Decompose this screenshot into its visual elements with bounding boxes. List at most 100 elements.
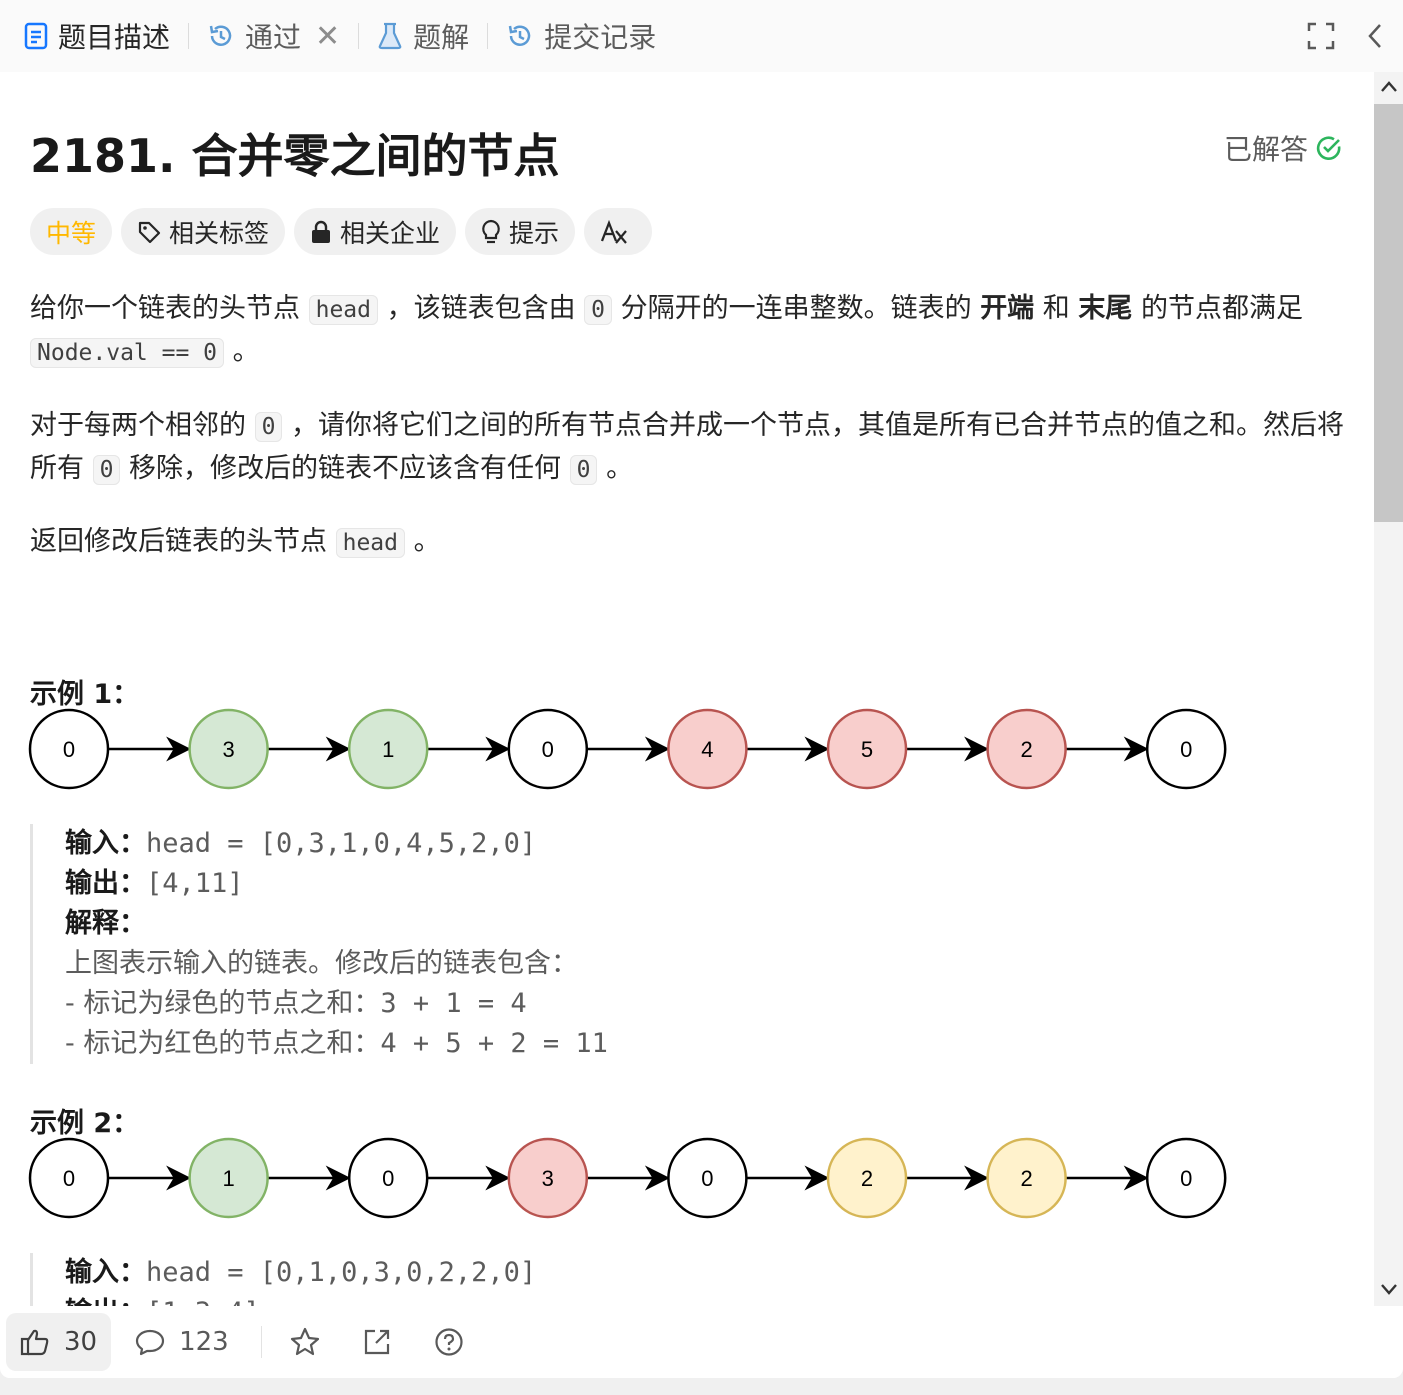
explain-math: 4 + 5 + 2 = 11 — [380, 1028, 608, 1059]
inline-code: 0 — [569, 455, 598, 485]
list-node-value: 4 — [701, 737, 713, 762]
text: 。 — [404, 526, 441, 557]
list-node-value: 2 — [861, 1166, 873, 1191]
tab-divider — [487, 23, 489, 49]
like-button[interactable]: 30 — [6, 1313, 112, 1371]
list-node-value: 2 — [1020, 737, 1032, 762]
solved-label: 已解答 — [1223, 133, 1308, 166]
description-paragraph-1: 给你一个链表的头节点 head ，该链表包含由 0 分隔开的一连串整数。链表的 … — [30, 288, 1350, 374]
check-circle-icon — [1316, 136, 1341, 161]
tab-description[interactable]: 题目描述 — [24, 0, 170, 72]
tab-accepted-label: 通过 — [245, 21, 302, 54]
explain-text: - 标记为绿色的节点之和：3 + 1 = 4 — [65, 984, 608, 1024]
text: 。 — [224, 336, 260, 367]
bold-text: 末尾 — [1078, 293, 1133, 324]
text: ，该链表包含由 — [377, 293, 585, 324]
input-value: head = [0,3,1,0,4,5,2,0] — [146, 828, 537, 859]
inline-code: head — [335, 528, 405, 558]
related-tags-button[interactable]: 相关标签 — [121, 208, 286, 255]
explain-text: 上图表示输入的链表。修改后的链表包含： — [65, 948, 578, 979]
list-node-value: 0 — [1180, 737, 1192, 762]
inline-code: 0 — [254, 412, 283, 442]
toolbar-divider — [260, 1326, 262, 1358]
list-node-value: 0 — [701, 1166, 713, 1191]
text: 分隔开的一连串整数。链表的 — [612, 293, 981, 324]
fullscreen-icon[interactable] — [1307, 22, 1335, 50]
example-2-linked-list-diagram: 0 1 0 3 0 2 2 0 — [28, 1137, 1227, 1219]
help-icon[interactable] — [434, 1327, 464, 1357]
example-1-output-line: 输出：[4,11] — [65, 864, 608, 904]
list-node-value: 0 — [63, 737, 75, 762]
example-1-block: 输入：head = [0,3,1,0,4,5,2,0] 输出：[4,11] 解释… — [30, 824, 608, 1064]
like-count: 30 — [64, 1327, 98, 1357]
comment-count: 123 — [179, 1327, 229, 1357]
text: 给你一个链表的头节点 — [30, 293, 309, 324]
hint-label: 提示 — [509, 218, 560, 248]
list-node-value: 0 — [1180, 1166, 1192, 1191]
inline-code: Node.val == 0 — [30, 338, 225, 368]
tab-submissions-label: 提交记录 — [544, 21, 657, 54]
related-companies-button[interactable]: 相关企业 — [294, 208, 457, 255]
explain-label: 解释： — [65, 908, 146, 939]
tab-submissions[interactable]: 提交记录 — [506, 0, 656, 72]
vertical-scrollbar[interactable] — [1374, 72, 1403, 1306]
document-icon — [24, 22, 48, 50]
tab-bar: 题目描述 通过 ✕ 题解 提交记录 — [0, 0, 1403, 72]
explain-text: - 标记为红色的节点之和：4 + 5 + 2 = 11 — [65, 1024, 608, 1064]
inline-code: 0 — [92, 455, 121, 485]
scroll-down-icon[interactable] — [1380, 1282, 1398, 1296]
output-label: 输出： — [65, 868, 146, 899]
example-1-explain-line: 解释： — [65, 904, 608, 944]
text: 的节点都满足 — [1132, 293, 1303, 324]
list-node-value: 2 — [1020, 1166, 1032, 1191]
example-2-input-line: 输入：head = [0,1,0,3,0,2,2,0] — [65, 1253, 536, 1293]
comments-button[interactable]: 123 — [135, 1327, 229, 1357]
text: 对于每两个相邻的 — [30, 410, 255, 441]
text: 。 — [597, 453, 634, 484]
share-icon[interactable] — [362, 1327, 392, 1357]
explain-math: 3 + 1 = 4 — [380, 988, 527, 1019]
tab-divider — [358, 23, 360, 49]
output-value: [1,3,4] — [146, 1297, 260, 1306]
chevron-left-icon[interactable] — [1365, 22, 1385, 50]
translate-button[interactable] — [584, 208, 653, 255]
star-icon[interactable] — [290, 1327, 320, 1357]
input-label: 输入： — [65, 1257, 146, 1288]
close-icon[interactable]: ✕ — [315, 19, 340, 54]
bold-text: 开端 — [980, 293, 1035, 324]
list-node-value: 0 — [382, 1166, 394, 1191]
example-2-output-line: 输出：[1,3,4] — [65, 1293, 536, 1306]
description-paragraph-3: 返回修改后链表的头节点 head 。 — [30, 521, 1350, 564]
related-tags-label: 相关标签 — [169, 218, 270, 248]
list-node-value: 3 — [222, 737, 234, 762]
example-1-input-line: 输入：head = [0,3,1,0,4,5,2,0] — [65, 824, 608, 864]
explain-text-part: - 标记为绿色的节点之和： — [65, 988, 381, 1019]
list-node-value: 3 — [542, 1166, 554, 1191]
related-companies-label: 相关企业 — [340, 218, 441, 248]
tab-solutions[interactable]: 题解 — [377, 0, 469, 72]
lock-icon — [312, 220, 331, 243]
list-node-value: 5 — [861, 737, 873, 762]
output-value: [4,11] — [146, 868, 244, 899]
comment-icon — [135, 1329, 165, 1356]
example-2-block: 输入：head = [0,1,0,3,0,2,2,0] 输出：[1,3,4] — [30, 1253, 536, 1306]
scroll-up-icon[interactable] — [1380, 80, 1398, 94]
lightbulb-icon — [482, 219, 500, 243]
solved-status: 已解答 — [1224, 128, 1342, 168]
scrollbar-thumb[interactable] — [1374, 104, 1403, 522]
thumbs-up-icon — [20, 1329, 49, 1356]
inline-code: head — [308, 295, 378, 325]
problem-content: 2181. 合并零之间的节点 已解答 中等 相关标签 相关企业 提示 给你一个链… — [0, 72, 1374, 1306]
description-paragraph-2: 对于每两个相邻的 0 ，请你将它们之间的所有节点合并成一个节点，其值是所有已合并… — [30, 405, 1350, 491]
tab-divider — [188, 23, 190, 49]
tab-accepted[interactable]: 通过 ✕ — [207, 0, 340, 72]
hint-button[interactable]: 提示 — [465, 208, 576, 255]
list-node-value: 1 — [382, 737, 394, 762]
text: 返回修改后链表的头节点 — [30, 526, 336, 557]
inline-code: 0 — [584, 295, 613, 325]
input-label: 输入： — [65, 828, 146, 859]
flask-icon — [378, 22, 402, 50]
problem-panel: 2181. 合并零之间的节点 已解答 中等 相关标签 相关企业 提示 给你一个链… — [0, 72, 1403, 1378]
history-icon — [508, 25, 531, 46]
difficulty-badge: 中等 — [30, 208, 113, 255]
